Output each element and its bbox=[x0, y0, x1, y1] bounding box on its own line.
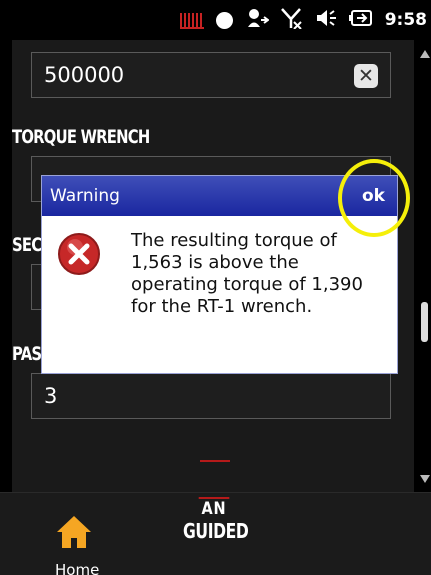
status-bar: 9:58 bbox=[0, 0, 431, 40]
highlight-circle bbox=[338, 159, 410, 237]
dialog-title: Warning bbox=[50, 186, 120, 206]
guided-label: GUIDED bbox=[183, 519, 249, 543]
volume-icon bbox=[315, 8, 337, 32]
pass-field[interactable]: 3 bbox=[31, 373, 391, 419]
guided-top-text: AN bbox=[198, 497, 230, 519]
home-icon bbox=[57, 516, 91, 548]
scroll-up-arrow-icon[interactable] bbox=[420, 50, 430, 58]
torque-wrench-label: TORQUE WRENCH bbox=[12, 126, 150, 148]
pass-field-text: 3 bbox=[44, 384, 58, 408]
value-input[interactable]: 500000 ✕ bbox=[31, 52, 391, 98]
dialog-message: The resulting torque of 1,563 is above t… bbox=[131, 230, 363, 317]
circle-icon bbox=[215, 11, 233, 29]
value-input-text: 500000 bbox=[44, 63, 125, 87]
guided-button[interactable]: AN GUIDED bbox=[178, 497, 258, 557]
scroll-down-arrow-icon[interactable] bbox=[420, 475, 430, 483]
bottom-nav: Home AN GUIDED bbox=[0, 492, 431, 575]
home-label: Home bbox=[55, 561, 100, 575]
battery-icon bbox=[348, 9, 373, 31]
sync-icon bbox=[245, 7, 270, 33]
clear-icon[interactable]: ✕ bbox=[354, 64, 378, 88]
scrollbar[interactable] bbox=[418, 40, 431, 492]
clock: 9:58 bbox=[384, 10, 427, 30]
signal-strength-icon bbox=[179, 11, 204, 29]
no-signal-icon bbox=[280, 7, 303, 33]
section-label: SEC bbox=[12, 234, 42, 256]
divider bbox=[200, 460, 230, 462]
error-icon bbox=[58, 233, 100, 275]
scrollbar-thumb[interactable] bbox=[421, 302, 428, 342]
pass-label: PAS bbox=[12, 343, 42, 365]
home-button[interactable]: Home bbox=[28, 503, 128, 575]
